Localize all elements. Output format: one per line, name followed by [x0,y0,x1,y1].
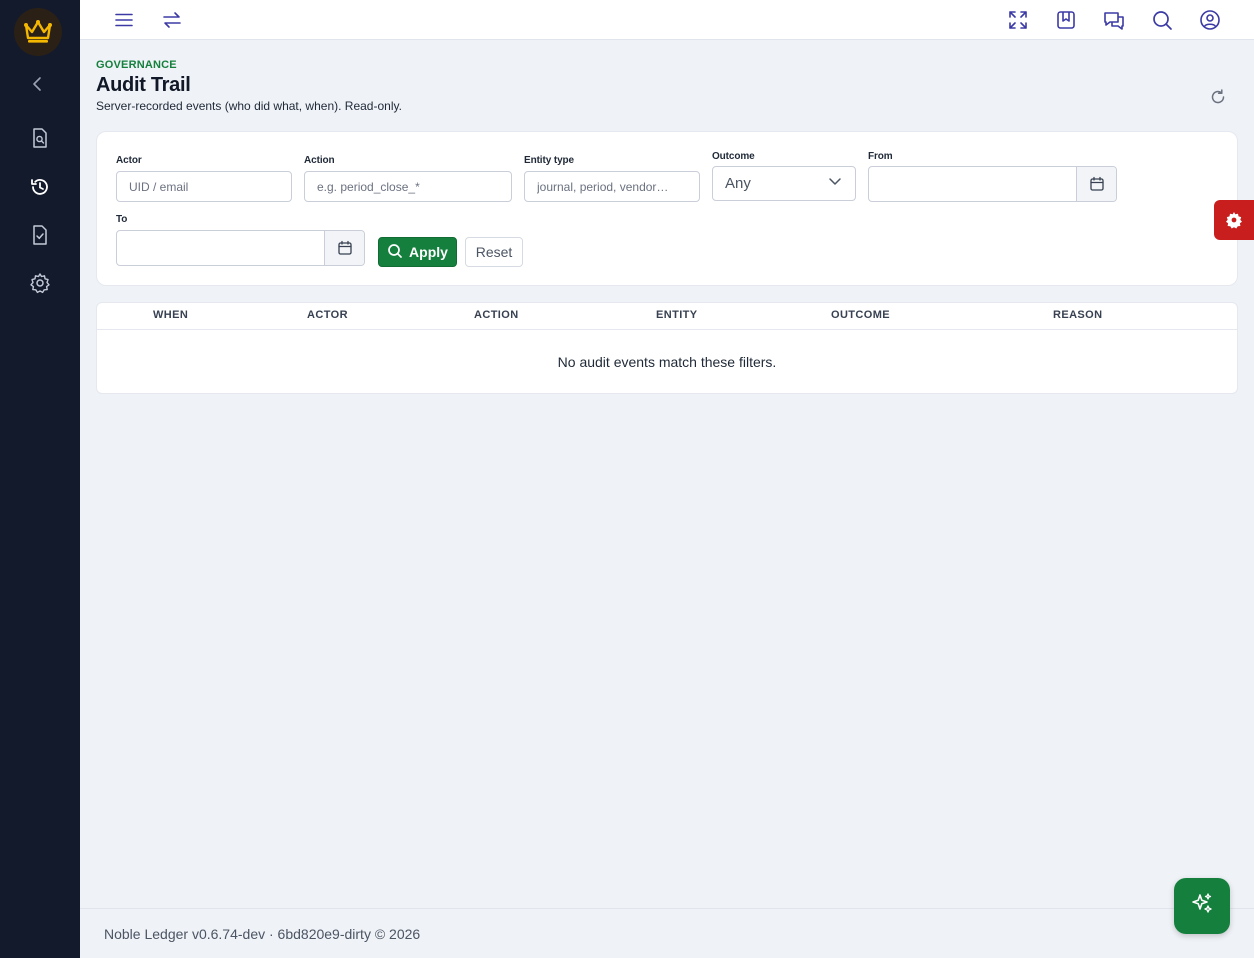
to-label: To [116,214,128,225]
chevron-left-icon[interactable] [22,68,54,100]
empty-state-message: No audit events match these filters. [557,354,777,370]
swap-icon[interactable] [156,4,188,36]
column-header-actor[interactable]: ACTOR [307,309,348,321]
apply-button[interactable]: Apply [378,237,457,267]
entity-type-input[interactable] [524,171,700,202]
top-bar [80,0,1254,40]
search-icon[interactable] [1146,4,1178,36]
action-label: Action [304,155,335,166]
crown-logo-icon[interactable] [14,8,62,56]
outcome-select-value: Any [725,175,751,192]
calendar-icon[interactable] [324,231,364,265]
sparkle-icon [1189,891,1215,922]
footer-version-text: Noble Ledger v0.6.74-dev · 6bd820e9-dirt… [104,926,421,942]
search-icon [387,243,403,262]
document-check-icon[interactable] [24,219,56,251]
page-subtitle: Server-recorded events (who did what, wh… [96,99,402,113]
from-label: From [868,151,893,162]
column-header-outcome[interactable]: OUTCOME [831,309,890,321]
page-title: Audit Trail [96,74,191,96]
gear-icon[interactable] [24,267,56,299]
outcome-select[interactable]: Any [712,166,856,201]
action-input[interactable] [304,171,512,202]
filter-card: Actor Action Entity type Outcome Any Fro… [96,131,1238,286]
column-header-action[interactable]: ACTION [474,309,519,321]
section-eyebrow: GOVERNANCE [96,59,177,71]
user-icon[interactable] [1194,4,1226,36]
column-header-reason[interactable]: REASON [1053,309,1102,321]
entity-type-label: Entity type [524,155,575,166]
apply-button-label: Apply [409,244,448,260]
bookmark-icon[interactable] [1050,4,1082,36]
fullscreen-icon[interactable] [1002,4,1034,36]
menu-icon[interactable] [108,4,140,36]
outcome-label: Outcome [712,151,755,162]
calendar-icon[interactable] [1076,167,1116,201]
column-header-when[interactable]: WHEN [153,309,188,321]
history-icon[interactable] [24,171,56,203]
actor-input[interactable] [116,171,292,202]
settings-tab-gear-icon[interactable] [1214,200,1254,240]
table-header: WHEN ACTOR ACTION ENTITY OUTCOME REASON [97,303,1237,330]
to-date-input[interactable] [117,231,324,265]
footer: Noble Ledger v0.6.74-dev · 6bd820e9-dirt… [80,908,1254,958]
refresh-icon[interactable] [1206,85,1230,109]
reset-button[interactable]: Reset [465,237,523,267]
column-header-entity[interactable]: ENTITY [656,309,698,321]
document-search-icon[interactable] [24,122,56,154]
to-date-field [116,230,365,266]
ai-sparkle-button[interactable] [1174,878,1230,934]
actor-label: Actor [116,155,142,166]
from-date-input[interactable] [869,167,1076,201]
audit-table: WHEN ACTOR ACTION ENTITY OUTCOME REASON … [96,302,1238,394]
sidebar [0,0,80,958]
chat-icon[interactable] [1098,4,1130,36]
chevron-down-icon [827,173,843,194]
from-date-field [868,166,1117,202]
